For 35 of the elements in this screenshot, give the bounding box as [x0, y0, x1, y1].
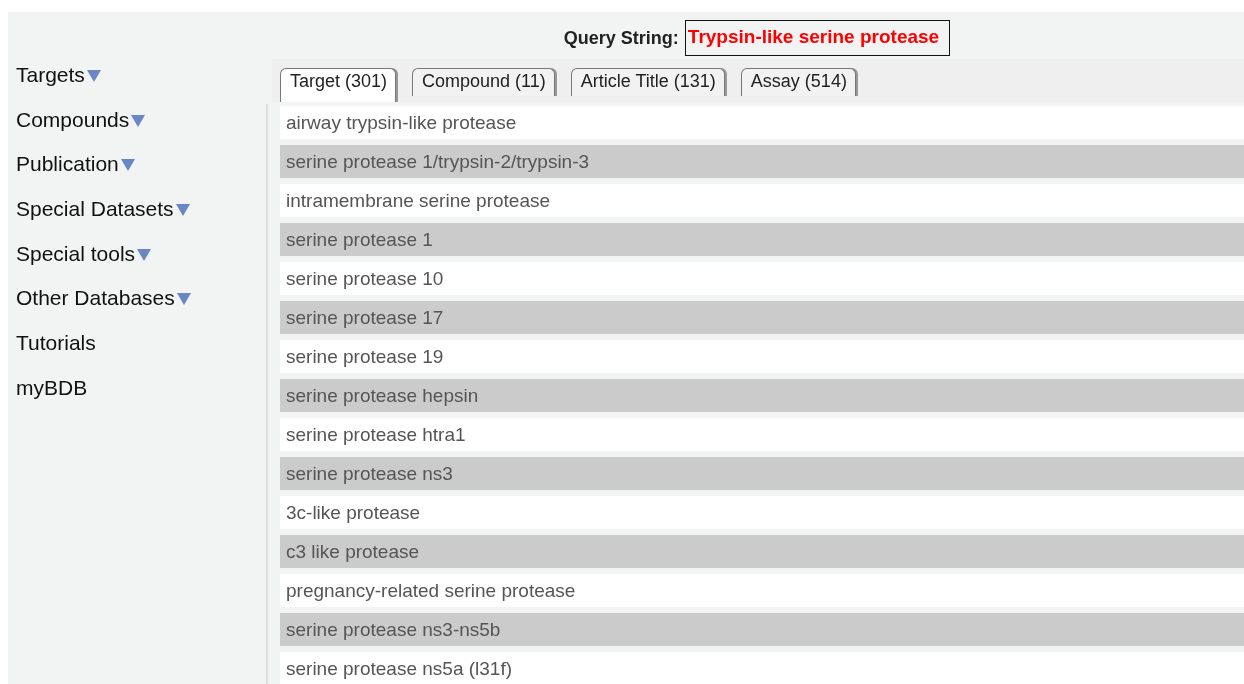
- sidebar-link[interactable]: myBDB: [16, 375, 88, 399]
- caret-icon[interactable]: [131, 114, 146, 127]
- sidebar-link[interactable]: Publication: [16, 152, 119, 176]
- result-row[interactable]: serine protease ns3-ns5b: [280, 613, 1244, 646]
- sidebar-link[interactable]: Special tools: [16, 241, 136, 265]
- tab[interactable]: Article Title (131): [570, 68, 725, 96]
- tab[interactable]: Target (301): [280, 68, 397, 102]
- tab[interactable]: Assay (514): [740, 68, 856, 96]
- sidebar-link[interactable]: Compounds: [16, 107, 130, 131]
- query-label: Query String:: [563, 26, 679, 50]
- result-row[interactable]: airway trypsin-like protease: [280, 106, 1244, 139]
- result-row[interactable]: intramembrane serine protease: [280, 184, 1244, 217]
- result-row[interactable]: pregnancy-related serine protease: [280, 574, 1244, 607]
- result-row[interactable]: serine protease 10: [280, 262, 1244, 295]
- sidebar-link[interactable]: Special Datasets: [16, 197, 174, 221]
- tab[interactable]: Compound (11): [412, 68, 555, 96]
- sidebar-link[interactable]: Other Databases: [16, 286, 175, 310]
- result-row[interactable]: serine protease ns3: [280, 457, 1244, 490]
- result-row[interactable]: serine protease 17: [280, 301, 1244, 334]
- result-row[interactable]: serine protease 1/trypsin-2/trypsin-3: [280, 145, 1244, 178]
- sidebar-link[interactable]: Targets: [16, 63, 85, 87]
- caret-icon[interactable]: [137, 248, 152, 261]
- result-row[interactable]: serine protease htra1: [280, 418, 1244, 451]
- sidebar-link[interactable]: Tutorials: [16, 331, 96, 355]
- query-string: Trypsin-like serine protease: [684, 20, 951, 56]
- result-row[interactable]: 3c-like protease: [280, 496, 1244, 529]
- result-row[interactable]: serine protease ns5a (l31f): [280, 652, 1244, 684]
- result-row[interactable]: serine protease hepsin: [280, 379, 1244, 412]
- result-row[interactable]: serine protease 1: [280, 223, 1244, 256]
- result-row[interactable]: serine protease 19: [280, 340, 1244, 373]
- caret-icon[interactable]: [86, 70, 101, 82]
- caret-icon[interactable]: [176, 293, 191, 306]
- caret-icon[interactable]: [120, 159, 135, 172]
- result-row[interactable]: c3 like protease: [280, 535, 1244, 568]
- caret-icon[interactable]: [175, 204, 190, 217]
